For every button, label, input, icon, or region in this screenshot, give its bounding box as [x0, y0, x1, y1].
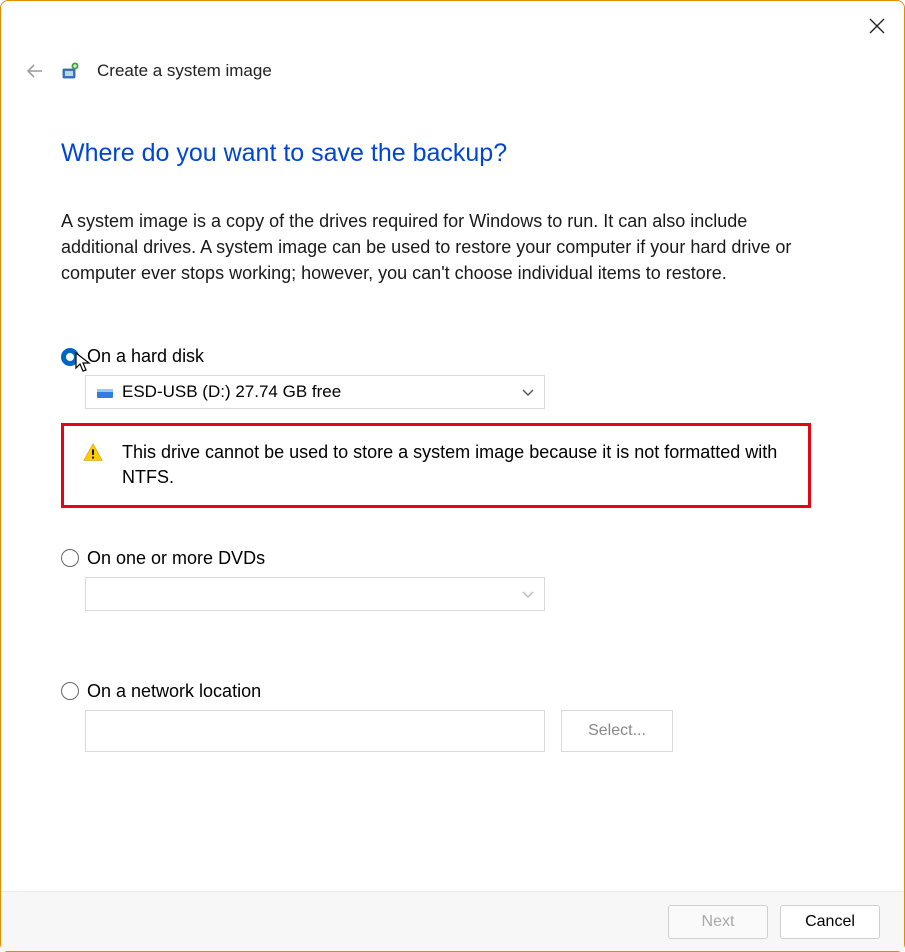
description-text: A system image is a copy of the drives r… [61, 208, 821, 286]
option-network: On a network location Select... [61, 681, 844, 752]
option-hard-disk: On a hard disk ESD-USB (D:) 27.74 GB fre… [61, 346, 844, 507]
warning-icon [82, 442, 104, 464]
drive-label: ESD-USB (D:) 27.74 GB free [122, 382, 341, 402]
footer-bar: Next Cancel [1, 891, 904, 951]
cancel-button[interactable]: Cancel [780, 905, 880, 939]
dvd-dropdown[interactable] [85, 577, 545, 611]
select-network-button[interactable]: Select... [561, 710, 673, 752]
radio-dvd[interactable]: On one or more DVDs [61, 548, 844, 569]
radio-label: On a network location [87, 681, 261, 702]
radio-indicator [61, 549, 79, 567]
network-path-input[interactable] [85, 710, 545, 752]
chevron-down-icon [522, 382, 534, 402]
next-button[interactable]: Next [668, 905, 768, 939]
radio-label: On a hard disk [87, 346, 204, 367]
drive-icon [96, 385, 114, 399]
chevron-down-icon [522, 584, 534, 604]
radio-hard-disk[interactable]: On a hard disk [61, 346, 844, 367]
warning-callout: This drive cannot be used to store a sys… [61, 423, 811, 507]
option-dvd: On one or more DVDs [61, 548, 844, 611]
radio-indicator [61, 682, 79, 700]
warning-text: This drive cannot be used to store a sys… [122, 440, 790, 490]
radio-label: On one or more DVDs [87, 548, 265, 569]
close-button[interactable] [869, 16, 889, 36]
back-arrow-icon[interactable] [25, 61, 45, 81]
content-area: Where do you want to save the backup? A … [61, 121, 844, 881]
system-image-icon [61, 61, 81, 81]
drive-dropdown[interactable]: ESD-USB (D:) 27.74 GB free [85, 375, 545, 409]
radio-indicator-selected [61, 348, 79, 366]
radio-network[interactable]: On a network location [61, 681, 844, 702]
page-heading: Where do you want to save the backup? [61, 139, 844, 168]
window-title: Create a system image [97, 61, 272, 81]
